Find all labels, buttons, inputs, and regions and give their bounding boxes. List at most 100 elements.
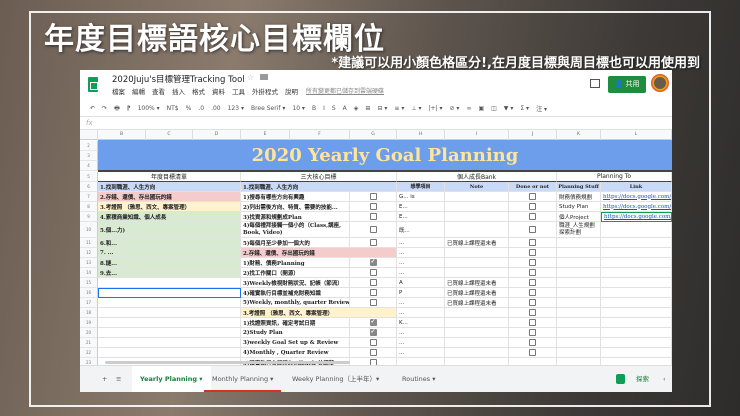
planning-link-cell[interactable] [601,318,672,328]
menu-item[interactable]: 工具 [232,86,245,96]
done-checkbox-cell[interactable] [350,348,397,358]
toolbar-button[interactable]: ◫ [491,105,497,112]
checkbox[interactable] [529,329,536,336]
checkbox[interactable] [529,319,536,326]
planning-stuff-cell[interactable] [557,338,601,348]
done-checkbox-cell[interactable] [350,358,397,365]
toolbar-button[interactable]: 10 ▾ [292,105,305,112]
core-goal-cell[interactable]: 3)weekly Goal Set up & Review [241,338,350,348]
row-header[interactable]: 10 [80,222,98,238]
core-goal-cell[interactable]: 3)找資源和規劃成Plan [241,212,350,222]
core-goal-cell[interactable]: 1.找到職涯、人生方向 [241,182,397,192]
checkbox[interactable] [369,203,377,210]
document-title[interactable]: 2020Juju's目標管理Tracking Tool [112,73,245,85]
toolbar-button[interactable]: I [323,105,325,112]
planning-link-cell[interactable] [601,258,672,268]
core-goal-cell[interactable]: 4)確實執行目標並補充財務知識 [241,288,350,298]
planning-link-cell[interactable] [601,358,672,365]
subheader-link[interactable]: Link [601,182,672,192]
column-header-K[interactable]: K [557,130,601,140]
checkbox[interactable] [369,279,377,286]
core-goal-cell[interactable]: 5)每個月至少參加一個大的 [241,238,350,248]
done-checkbox-cell[interactable] [350,298,397,308]
checkbox[interactable] [529,339,536,346]
row-header[interactable]: 20 [80,328,98,338]
checkbox[interactable] [529,193,536,200]
bank-note-cell[interactable] [445,358,509,365]
toolbar-button[interactable]: ↶ [90,105,95,112]
bank-done-cell[interactable] [509,288,557,298]
bank-done-cell[interactable] [509,268,557,278]
planning-link-cell[interactable] [601,288,672,298]
column-header-G[interactable]: G [350,130,397,140]
bank-item-cell[interactable]: E... [397,202,445,212]
bank-note-cell[interactable] [445,192,509,202]
bank-done-cell[interactable] [509,338,557,348]
done-checkbox-cell[interactable] [350,318,397,328]
planning-stuff-cell[interactable] [557,248,601,258]
bank-done-cell[interactable] [509,222,557,238]
column-header-L[interactable]: L [601,130,672,140]
bank-done-cell[interactable] [509,278,557,288]
bank-item-cell[interactable]: ... [397,348,445,358]
column-header-F[interactable]: F [290,130,350,140]
planning-link-cell[interactable] [601,348,672,358]
column-header-H[interactable]: H [397,130,445,140]
checkbox[interactable] [529,239,536,246]
core-goal-cell[interactable]: 4)每個禮拜接觸一個小的（Class,講座, Book, Video) [241,222,350,238]
checkbox[interactable] [529,249,536,256]
column-header-I[interactable]: I [445,130,509,140]
planning-stuff-cell[interactable] [557,328,601,338]
done-checkbox-cell[interactable] [350,192,397,202]
bank-note-cell[interactable]: 已買線上課程還未看 [445,238,509,248]
core-goal-cell[interactable]: 2)Study Plan [241,328,350,338]
core-goal-cell[interactable]: 2.存錢、還債、存出國玩的錢 [241,248,397,258]
yearly-goal-cell[interactable]: 7. ... [98,248,241,258]
folder-icon[interactable] [260,74,268,80]
bank-note-cell[interactable] [445,202,509,212]
save-status[interactable]: 所有變更都已儲存到雲端硬碟 [306,86,384,95]
checkbox[interactable] [529,226,536,233]
bank-item-cell[interactable]: ... [397,338,445,348]
toolbar-button[interactable]: ⊥ ▾ [411,105,421,112]
row-header[interactable]: 8 [80,202,98,212]
bank-done-cell[interactable] [509,318,557,328]
toolbar-button[interactable]: .0 [198,105,204,112]
planning-stuff-cell[interactable] [557,348,601,358]
core-goal-cell[interactable]: 1)財務、債務Planning [241,258,350,268]
toolbar-button[interactable]: ↷ [102,105,107,112]
bank-done-cell[interactable] [509,258,557,268]
core-goal-cell[interactable]: 3)Weekly檢視財務狀況、記帳（節流） [241,278,350,288]
checkbox[interactable] [369,339,377,346]
planning-link-cell[interactable] [601,268,672,278]
share-button[interactable]: 👤 共用 [608,76,646,93]
banner-title[interactable]: 2020 Yearly Goal Planning [98,140,672,172]
checkbox[interactable] [369,213,377,220]
menu-item[interactable]: 查看 [152,86,165,96]
tab-routines[interactable]: Routines ▾ [394,366,444,392]
bank-note-cell[interactable] [445,212,509,222]
checkbox[interactable] [529,279,536,286]
bank-note-cell[interactable] [445,318,509,328]
done-checkbox-cell[interactable] [350,268,397,278]
row-header[interactable]: 14 [80,268,98,278]
bank-note-cell[interactable] [445,268,509,278]
explore-button[interactable]: 探索 [628,366,657,392]
checkbox[interactable] [529,349,536,356]
bank-note-cell[interactable]: 已買線上課程還未看 [445,298,509,308]
checkbox[interactable] [529,203,536,210]
checkbox[interactable] [529,309,536,316]
bank-note-cell[interactable] [445,258,509,268]
bank-item-cell[interactable]: ... [397,268,445,278]
yearly-goal-cell[interactable]: 1.找到職涯、人生方向 [98,182,241,192]
planning-link-cell[interactable] [601,278,672,288]
header-growth-bank[interactable]: 個人成長Bank [397,172,557,182]
menu-item[interactable]: 插入 [172,86,185,96]
done-checkbox-cell[interactable] [350,212,397,222]
row-header[interactable]: 4 [80,161,98,171]
bank-note-cell[interactable] [445,328,509,338]
checkbox[interactable] [369,226,377,233]
bank-done-cell[interactable] [509,358,557,365]
column-header-C[interactable]: C [146,130,193,140]
bank-done-cell[interactable] [509,238,557,248]
